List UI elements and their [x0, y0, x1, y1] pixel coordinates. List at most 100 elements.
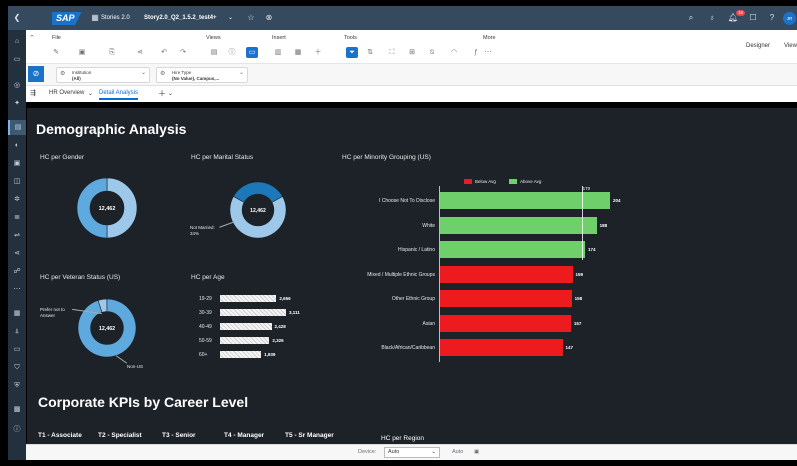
avatar[interactable]: JR [783, 12, 796, 25]
filter-institution[interactable]: ⚙ Institution (All) ⌄ [56, 67, 150, 83]
age-category-label: 50-59 [199, 338, 212, 344]
designer-button[interactable]: Designer [746, 43, 770, 49]
pages-list-icon[interactable]: ⇶ [30, 89, 36, 97]
minority-bar[interactable] [440, 241, 585, 258]
minority-bar[interactable] [440, 314, 571, 332]
back-icon[interactable]: ❮ [10, 6, 24, 30]
marital-donut-chart[interactable]: 12,462 [229, 181, 287, 239]
story-title[interactable]: Story2.0_Q2_1.5.2_test4+ [144, 15, 217, 21]
tab-hr-overview[interactable]: HR Overview [49, 90, 84, 96]
filter-hire-type[interactable]: ⚙ Hire Type (No Value), Campus,... ⌄ [156, 67, 248, 83]
data-analyzer-icon[interactable]: ≣ [8, 210, 26, 225]
star-icon[interactable]: ☆ [244, 6, 258, 30]
age-bar[interactable] [220, 323, 272, 330]
chevron-down-icon[interactable]: ⌄ [141, 70, 146, 77]
device-preview-bar: Device: Auto ⌄ Auto ▣ [26, 444, 797, 460]
digital-boardroom-icon[interactable]: ▣ [8, 156, 26, 171]
lightbulb-icon[interactable]: ♁ [705, 6, 719, 30]
filter-icon[interactable]: ⏷ [346, 47, 358, 58]
search-icon[interactable]: ⌕ [684, 6, 698, 30]
more-icon[interactable]: ⋯ [482, 47, 494, 58]
chevron-down-icon: ⌄ [431, 449, 436, 455]
age-bar[interactable] [220, 295, 277, 302]
redo-icon[interactable]: ↷ [177, 47, 189, 58]
connections-icon[interactable]: ⋖ [8, 246, 26, 261]
analytic-apps-icon[interactable]: ◐ [8, 138, 26, 153]
shield-icon[interactable]: ⛨ [8, 378, 26, 393]
chevron-down-icon[interactable]: ⌄ [88, 90, 93, 97]
sort-icon[interactable]: ⇅ [364, 47, 376, 58]
kpi-t4[interactable]: T4 - Manager [224, 432, 264, 439]
average-line [581, 186, 583, 260]
tab-detail-analysis[interactable]: Detail Analysis [99, 90, 139, 100]
kpi-t3[interactable]: T3 - Senior [162, 432, 196, 439]
datasets-icon[interactable]: ◫ [8, 174, 26, 189]
age-bar[interactable] [220, 309, 286, 316]
collapse-icon[interactable]: ⌃ [26, 33, 38, 44]
chevron-down-icon[interactable]: ⌄ [168, 90, 173, 97]
add-page-icon[interactable]: ＋ [158, 88, 166, 99]
age-category-label: 19-29 [199, 296, 212, 302]
chevron-down-icon[interactable]: ⌄ [228, 14, 233, 21]
save-icon[interactable]: ▣ [76, 47, 88, 58]
calendar-icon[interactable]: ▦ [8, 306, 26, 321]
process-icon[interactable]: ⋯ [8, 282, 26, 297]
kpi-t2[interactable]: T2 - Specialist [98, 432, 142, 439]
sap-logo[interactable]: SAP [52, 12, 82, 25]
gender-donut-chart[interactable]: 12,462 [76, 177, 138, 239]
feedback-icon[interactable]: ☐ [746, 6, 760, 30]
copy-icon[interactable]: ⎘ [106, 47, 118, 58]
close-icon[interactable]: ⊗ [262, 6, 276, 30]
users-icon[interactable]: ☍ [8, 264, 26, 279]
filter-toggle-icon[interactable]: ⊘ [28, 66, 44, 82]
toolbar-group-insert: Insert [272, 35, 286, 41]
device-select[interactable]: Auto ⌄ [384, 447, 440, 458]
modeler-icon[interactable]: ✲ [8, 192, 26, 207]
grid-icon[interactable]: ⊞ [406, 47, 418, 58]
stories-nav-icon[interactable]: ▤ [8, 120, 26, 135]
toolbar-group-more: More [483, 35, 496, 41]
gender-chart-title: HC per Gender [40, 154, 85, 161]
formula-icon[interactable]: ƒ [470, 47, 482, 58]
planning-icon[interactable]: ⇌ [8, 228, 26, 243]
deployment-icon[interactable]: ⍋ [8, 324, 26, 339]
kpi-t5[interactable]: T5 - Sr Manager [285, 432, 334, 439]
monitor-icon[interactable]: ▭ [8, 342, 26, 357]
add-icon[interactable]: ＋ [312, 47, 324, 58]
minority-bar[interactable] [440, 265, 573, 283]
chart-icon[interactable]: ▥ [272, 47, 284, 58]
minority-bar[interactable] [440, 290, 572, 307]
minority-category-label: Black/African/Caribbean [381, 345, 435, 351]
pages-icon[interactable]: ▤ [208, 47, 220, 58]
info-icon[interactable]: ⓘ [8, 422, 26, 437]
view-button[interactable]: View [784, 43, 797, 49]
share-icon[interactable]: ⋖ [134, 47, 146, 58]
favorites-icon[interactable]: ✦ [8, 96, 26, 111]
chevron-down-icon[interactable]: ⌄ [239, 70, 244, 77]
info-panel-icon[interactable]: ⓘ [226, 47, 238, 58]
files-icon[interactable]: ▭ [8, 52, 26, 67]
system-icon[interactable]: ▩ [8, 402, 26, 417]
kpi-t1[interactable]: T1 - Associate [38, 432, 82, 439]
age-bar[interactable] [220, 351, 262, 358]
minority-bar[interactable] [440, 339, 563, 356]
region-chart-title: HC per Region [381, 435, 424, 442]
chart-settings-icon[interactable]: ⍉ [426, 47, 438, 58]
edit-icon[interactable]: ✎ [50, 47, 62, 58]
orientation-icon[interactable]: ▣ [474, 449, 479, 455]
gauge-icon[interactable]: ◠ [448, 47, 460, 58]
app-name[interactable]: Stories 2.0 [101, 15, 130, 21]
security-icon[interactable]: ⛉ [8, 360, 26, 375]
comment-icon[interactable]: ▭ [246, 47, 258, 58]
minority-bar[interactable] [440, 216, 597, 234]
age-bar[interactable] [220, 337, 270, 344]
auto-label: Auto [452, 449, 464, 455]
catalog-icon[interactable]: ◎ [8, 78, 26, 93]
help-icon[interactable]: ? [765, 6, 779, 30]
home-icon[interactable]: ⌂ [8, 34, 26, 49]
undo-icon[interactable]: ↶ [158, 47, 170, 58]
layout-icon[interactable]: ⛶ [386, 47, 398, 58]
minority-bar[interactable] [440, 192, 610, 209]
table-icon[interactable]: ▦ [292, 47, 304, 58]
veteran-donut-chart[interactable]: 12,462 [77, 298, 137, 358]
